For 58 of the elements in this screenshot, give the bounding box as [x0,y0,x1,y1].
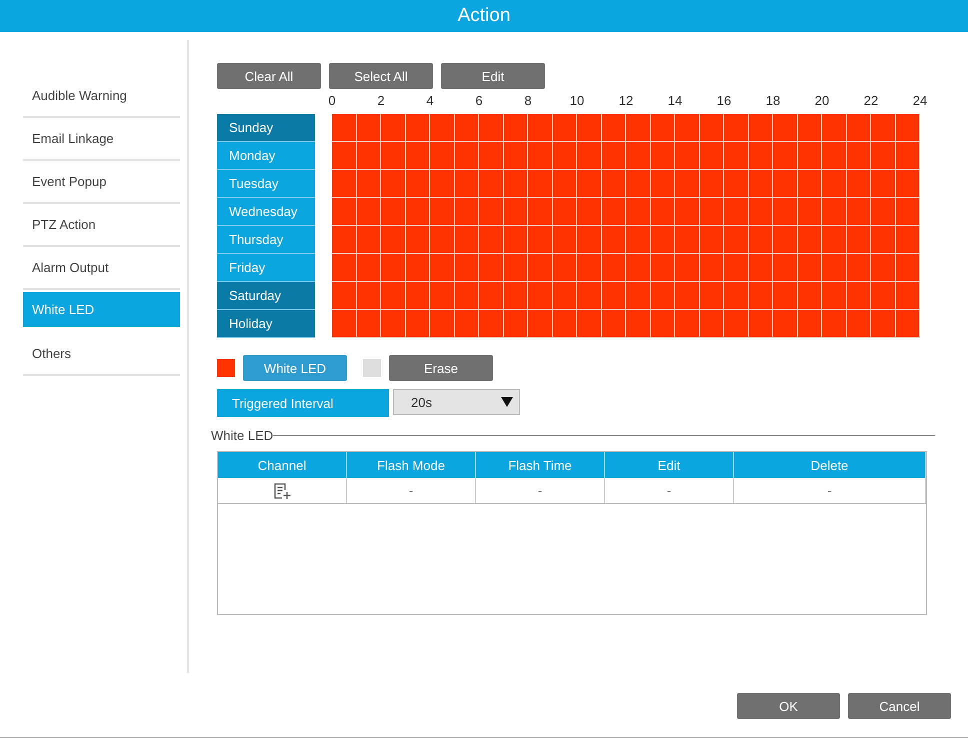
field-label: Triggered Interval [217,389,389,417]
mode-button[interactable]: White LED [243,355,347,381]
day-label: Wednesday [217,198,315,226]
hour-label: 16 [716,93,732,108]
day-label: Thursday [217,226,315,254]
dialog-button[interactable]: OK [737,693,840,719]
hour-label: 24 [912,93,928,108]
day-label: Sunday [217,114,315,142]
hour-label: 2 [377,93,385,108]
sidebar-item[interactable]: Email Linkage [23,118,180,161]
sidebar-item[interactable]: White LED [23,292,180,327]
schedule-row[interactable] [332,142,920,170]
schedule-button[interactable]: Select All [329,63,433,89]
table-cell: - [605,478,734,503]
day-label: Friday [217,254,315,282]
day-label: Holiday [217,310,315,338]
schedule-row[interactable] [332,114,920,142]
interval-dropdown[interactable]: 20s [393,389,520,415]
hour-label: 14 [668,93,682,108]
hour-label: 8 [524,93,532,108]
window-title: Action [458,5,510,27]
schedule-row[interactable] [332,282,920,310]
table-cell: - [347,478,476,503]
section-title: White LED [211,428,274,443]
day-label: Saturday [217,282,315,310]
schedule-row[interactable] [332,226,920,254]
schedule-row[interactable] [332,198,920,226]
hour-label: 12 [618,93,634,108]
sidebar-item[interactable]: Others [23,333,180,376]
column-header: Flash Mode [347,452,476,478]
day-label: Monday [217,142,315,170]
dialog-button[interactable]: Cancel [848,693,951,719]
mode-button[interactable]: Erase [389,355,493,381]
schedule-row[interactable] [332,170,920,198]
column-header: Edit [605,452,734,478]
hour-label: 20 [814,93,830,108]
caret-icon [501,397,513,407]
hour-label: 6 [475,93,483,108]
day-label: Tuesday [217,170,315,198]
table-cell: - [734,478,926,503]
table-cell: - [476,478,605,503]
hour-label: 10 [570,93,584,108]
hour-label: 0 [328,93,336,108]
column-header: Channel [218,452,347,478]
column-header: Flash Time [476,452,605,478]
schedule-button[interactable]: Clear All [217,63,321,89]
sidebar-item[interactable]: PTZ Action [23,204,180,247]
sidebar-item[interactable]: Alarm Output [23,247,180,290]
sidebar-item[interactable]: Audible Warning [23,75,180,118]
schedule-row[interactable] [332,310,920,338]
hour-label: 4 [426,93,434,108]
hour-label: 18 [766,93,780,108]
schedule-row[interactable] [332,254,920,282]
sidebar-item[interactable]: Event Popup [23,161,180,204]
hour-label: 22 [864,93,878,108]
add-channel-icon[interactable] [273,482,291,500]
column-header: Delete [734,452,926,478]
schedule-button[interactable]: Edit [441,63,545,89]
